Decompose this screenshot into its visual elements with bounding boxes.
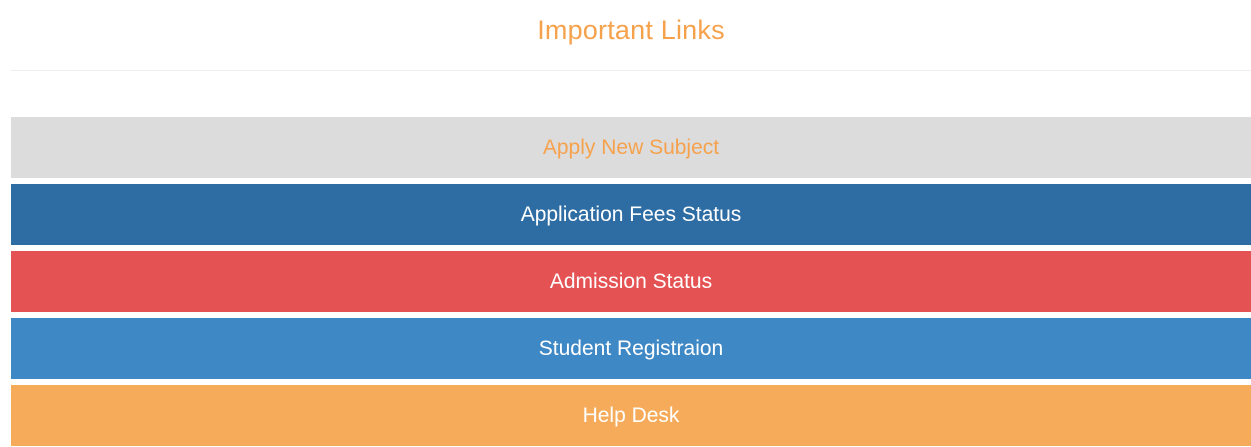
important-links-panel: Important Links Apply New Subject Applic… [0,0,1251,447]
admission-status-link[interactable]: Admission Status [11,251,1251,312]
help-desk-link[interactable]: Help Desk [11,385,1251,446]
links-list: Apply New Subject Application Fees Statu… [11,117,1251,446]
apply-new-subject-link[interactable]: Apply New Subject [11,117,1251,178]
section-title: Important Links [537,14,725,45]
title-divider [11,70,1251,71]
student-registration-link[interactable]: Student Registraion [11,318,1251,379]
application-fees-status-link[interactable]: Application Fees Status [11,184,1251,245]
